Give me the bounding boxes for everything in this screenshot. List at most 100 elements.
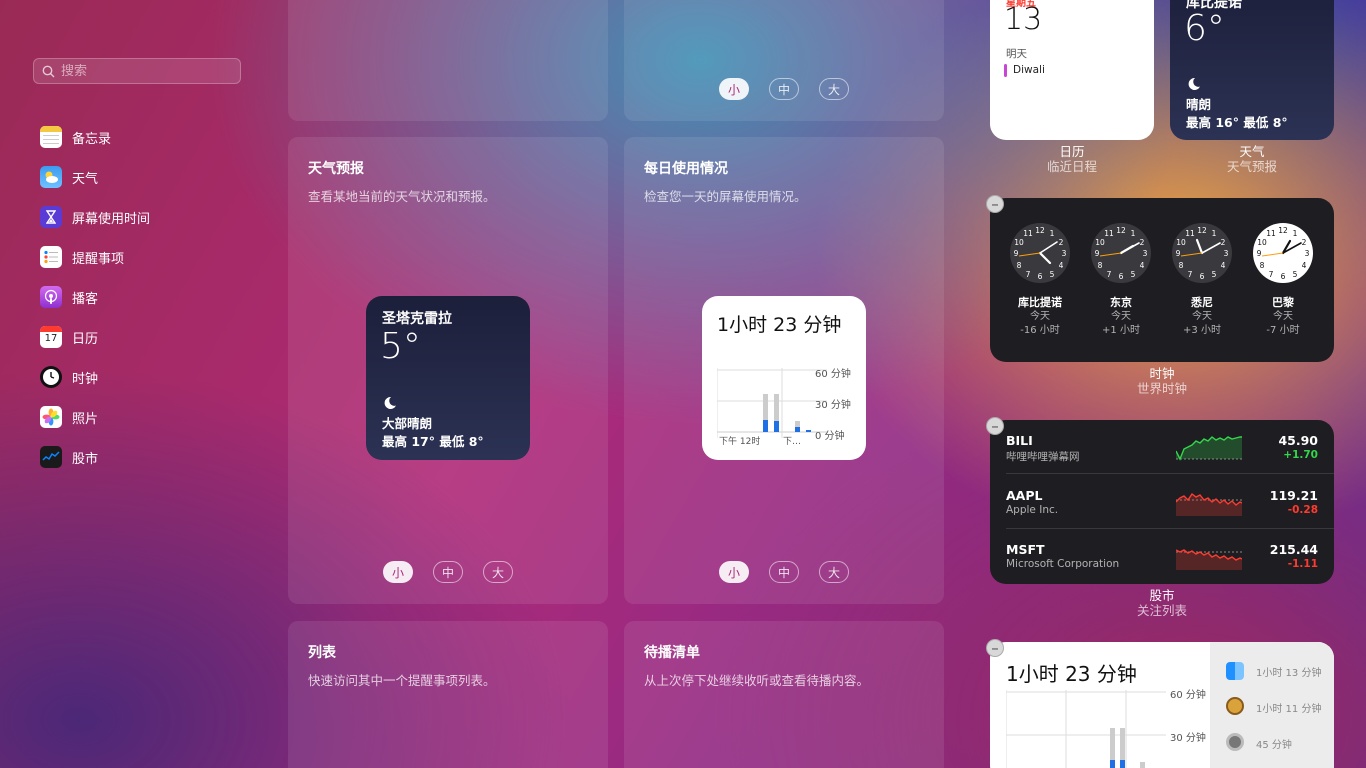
stocks-widget[interactable]: BILI 哔哩哔哩弹幕网 45.90 +1.70 AAPL Apple Inc.… [990,420,1334,584]
stock-sparkline [1176,549,1242,570]
svg-text:12: 12 [1116,226,1126,235]
sidebar-item-reminders[interactable]: 提醒事项 [40,242,250,272]
svg-text:7: 7 [1107,270,1112,279]
size-small-button[interactable]: 小 [719,78,749,100]
remove-widget-button[interactable]: – [986,195,1004,213]
stock-sparkline [1176,492,1242,516]
analog-clock-face: 12 6 3 9 12 45 78 1011 [1253,223,1313,283]
sidebar-item-stocks[interactable]: 股市 [40,442,250,472]
stock-row-aapl[interactable]: AAPL Apple Inc. 119.21 -0.28 [990,476,1334,530]
sidebar-item-label: 屏幕使用时间 [72,211,151,227]
weather-range: 最高 17° 最低 8° [382,434,484,449]
screen-time-widget[interactable]: 1小时 23 分钟 60 分钟 30 分钟 1小时 13 分钟 1小时 11 分… [990,642,1334,768]
size-large-button[interactable]: 大 [819,78,849,100]
y-axis-label: 0 分钟 [815,431,845,442]
acorn-icon [1226,697,1244,715]
world-clock-widget[interactable]: 12 6 3 9 1 2 4 5 7 8 10 11 库比提诺 今天 -16 小时 12 6 3 9 1 2 4 5… [990,198,1334,362]
calendar-tomorrow: 明天 [1006,48,1027,60]
divider [1006,528,1334,529]
stock-row-msft[interactable]: MSFT Microsoft Corporation 215.44 -1.11 [990,530,1334,584]
svg-text:12: 12 [1197,226,1207,235]
calendar-widget[interactable]: 星期五 13 明天 Diwali [990,0,1154,140]
svg-text:1: 1 [1293,229,1298,238]
weather-widget[interactable]: 库比提诺 6° 晴朗 最高 16° 最低 8° [1170,0,1334,140]
weather-temperature: 5° [380,326,421,367]
stock-company: Microsoft Corporation [1006,558,1120,570]
clock-offset: +1 小时 [1102,325,1140,336]
sidebar-item-calendar[interactable]: 17 日历 [40,322,250,352]
svg-text:9: 9 [1014,249,1019,258]
search-input[interactable] [61,63,231,79]
svg-text:11: 11 [1185,229,1195,238]
analog-clock-face: 12 6 3 9 12 45 78 1011 [1172,223,1232,283]
weather-condition: 晴朗 [1186,97,1212,112]
sidebar-item-label: 提醒事项 [72,251,125,267]
svg-text:1: 1 [1050,229,1055,238]
remove-widget-button[interactable]: – [986,639,1004,657]
sidebar-item-photos[interactable]: 照片 [40,402,250,432]
calendar-widget-label: 日历 临近日程 [990,144,1154,174]
weather-widget-preview[interactable]: 圣塔克雷拉 5° 大部晴朗 最高 17° 最低 8° [366,296,530,460]
size-large-button[interactable]: 大 [483,561,513,583]
weather-icon [40,166,62,188]
screen-time-widget-preview[interactable]: 1小时 23 分钟 60 分钟 30 分钟 0 分钟 下午 12时 下… [702,296,866,460]
svg-text:5: 5 [1050,270,1055,279]
size-medium-button[interactable]: 中 [769,561,799,583]
clock-icon [40,366,62,388]
card-title: 天气预报 [308,161,364,177]
widget-name: 股市 [1149,588,1175,603]
y-axis-label: 60 分钟 [815,369,851,380]
widget-subtitle: 关注列表 [1136,603,1187,618]
size-medium-button[interactable]: 中 [769,78,799,100]
finder-icon [1226,662,1244,680]
svg-text:4: 4 [1302,261,1307,270]
widget-gallery-card-reminders: 列表 快速访问其中一个提醒事项列表。 [288,621,608,768]
clock-offset: -7 小时 [1266,325,1300,336]
stock-symbol: AAPL [1006,488,1043,503]
stock-change: -1.11 [1287,558,1318,570]
moon-icon [1188,77,1200,90]
app-usage-list: 1小时 13 分钟 1小时 11 分钟 45 分钟 [1210,642,1334,768]
sidebar-item-clock[interactable]: 时钟 [40,362,250,392]
app-usage-time: 1小时 13 分钟 [1256,668,1322,679]
sidebar-item-label: 天气 [72,171,99,187]
screen-time-total: 1小时 23 分钟 [1006,662,1137,686]
svg-text:10: 10 [1095,238,1105,247]
clock-day: 今天 [1111,311,1131,322]
analog-clock-face: 12 6 3 9 12 45 78 1011 [1010,223,1070,283]
sidebar-item-label: 备忘录 [72,131,112,147]
stock-symbol: MSFT [1006,542,1045,557]
stock-change: +1.70 [1283,449,1318,461]
widget-subtitle: 世界时钟 [1136,381,1187,396]
sidebar-item-label: 时钟 [72,371,99,387]
size-large-button[interactable]: 大 [819,561,849,583]
size-medium-button[interactable]: 中 [433,561,463,583]
svg-text:3: 3 [1305,249,1310,258]
weather-widget-label: 天气 天气预报 [1170,144,1334,174]
stocks-widget-label: 股市 关注列表 [990,588,1334,618]
widget-gallery-card-screen-time: 每日使用情况 检查您一天的屏幕使用情况。 1小时 23 分钟 60 分钟 30 … [624,137,944,604]
sidebar-item-screen-time[interactable]: 屏幕使用时间 [40,202,250,232]
svg-text:4: 4 [1059,261,1064,270]
svg-text:7: 7 [1026,270,1031,279]
size-small-button[interactable]: 小 [383,561,413,583]
clock-cupertino: 12 6 3 9 1 2 4 5 7 8 10 11 库比提诺 今天 -16 小时 [1000,222,1080,338]
sidebar-item-podcasts[interactable]: 播客 [40,282,250,312]
sidebar-item-label: 照片 [72,411,99,427]
card-description: 从上次停下处继续收听或查看待播内容。 [644,673,870,688]
svg-text:8: 8 [1260,261,1265,270]
svg-text:10: 10 [1257,238,1267,247]
y-axis-label: 60 分钟 [1170,690,1206,701]
hourglass-icon [40,206,62,228]
sidebar-item-weather[interactable]: 天气 [40,162,250,192]
widget-name: 时钟 [1149,366,1175,381]
svg-text:2: 2 [1302,238,1307,247]
moon-icon [384,396,396,409]
y-axis-label: 30 分钟 [1170,733,1206,744]
search-field[interactable] [33,58,241,84]
sidebar-item-notes[interactable]: 备忘录 [40,122,250,152]
size-small-button[interactable]: 小 [719,561,749,583]
remove-widget-button[interactable]: – [986,417,1004,435]
stock-row-bili[interactable]: BILI 哔哩哔哩弹幕网 45.90 +1.70 [990,421,1334,475]
svg-text:11: 11 [1104,229,1114,238]
